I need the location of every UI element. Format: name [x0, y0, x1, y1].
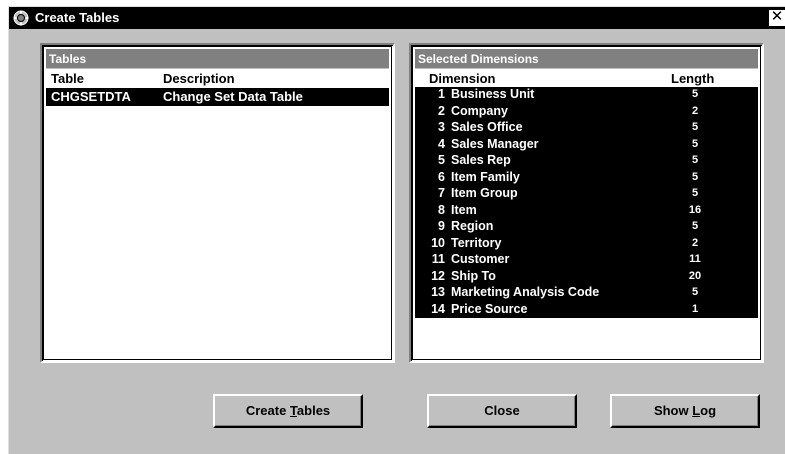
- dimension-name: Item Family: [451, 169, 520, 184]
- dimension-length: 1: [691, 302, 699, 315]
- dimension-length: 5: [691, 88, 699, 100]
- show-log-mnemonic: L: [692, 403, 701, 418]
- dimension-number: 4: [438, 136, 445, 151]
- table-description-cell: Change Set Data Table: [163, 89, 303, 104]
- table-row[interactable]: CHGSETDTA Change Set Data Table: [46, 88, 389, 106]
- dimension-length: 5: [691, 286, 699, 298]
- dimensions-list[interactable]: Selected Dimensions Dimension Length 1 Bu…: [412, 46, 761, 360]
- dimension-row[interactable]: 3 Sales Office 5: [415, 120, 758, 137]
- create-tables-label-start: Create: [245, 403, 290, 418]
- dimensions-panel-header: Selected Dimensions: [415, 49, 758, 69]
- tables-panel: Tables Table Description CHGSETDTA Change…: [40, 43, 395, 363]
- dimension-row[interactable]: 7 Item Group 5: [415, 186, 758, 203]
- dimension-length: 2: [691, 104, 699, 117]
- close-button[interactable]: Close: [427, 394, 577, 428]
- tables-list[interactable]: Tables Table Description CHGSETDTA Change…: [43, 46, 392, 360]
- dimension-length: 5: [691, 170, 699, 183]
- dimension-name: Sales Manager: [451, 136, 539, 151]
- dimension-number: 2: [438, 103, 445, 118]
- dimension-name: Ship To: [451, 268, 496, 283]
- dimension-length: 5: [691, 121, 699, 133]
- dimension-name: Item Group: [451, 186, 518, 200]
- title-bar[interactable]: Create Tables ✕: [9, 7, 785, 29]
- app-gear-icon[interactable]: [13, 10, 29, 26]
- show-log-button[interactable]: Show Log: [610, 394, 760, 428]
- dimension-name: Business Unit: [451, 87, 535, 101]
- create-tables-button[interactable]: Create Tables: [213, 394, 363, 428]
- selected-dimensions-panel: Selected Dimensions Dimension Length 1 Bu…: [409, 43, 764, 363]
- dimension-length: 16: [688, 203, 702, 216]
- dimension-length: 5: [691, 187, 699, 199]
- dimension-row[interactable]: 11 Customer 11: [415, 252, 758, 269]
- create-tables-label-end: ables: [296, 403, 331, 418]
- table-name-cell: CHGSETDTA: [51, 89, 131, 104]
- dimension-name: Territory: [451, 235, 502, 250]
- column-header-table[interactable]: Table: [51, 71, 84, 86]
- dimension-number: 6: [438, 169, 445, 184]
- dimension-row[interactable]: 14 Price Source 1: [415, 301, 758, 318]
- dimensions-rows: 1 Business Unit 5 2 Company 2 3 Sales Office 5 4 S…: [415, 87, 758, 318]
- dimension-number: 12: [431, 268, 445, 283]
- dimension-number: 11: [431, 252, 445, 266]
- dimension-row[interactable]: 10 Territory 2: [415, 235, 758, 252]
- show-log-label-start: Show: [653, 403, 693, 418]
- dimension-name: Sales Rep: [451, 153, 511, 167]
- dimension-row[interactable]: 1 Business Unit 5: [415, 87, 758, 104]
- dimension-number: 10: [431, 235, 445, 250]
- dimension-row[interactable]: 8 Item 16: [415, 202, 758, 219]
- dimension-length: 5: [691, 220, 699, 232]
- dimension-number: 8: [438, 202, 445, 217]
- dimension-name: Item: [451, 202, 477, 217]
- column-header-length[interactable]: Length: [671, 71, 714, 86]
- dimension-row[interactable]: 4 Sales Manager 5: [415, 136, 758, 153]
- dimension-length: 20: [688, 269, 702, 282]
- dimension-row[interactable]: 13 Marketing Analysis Code 5: [415, 285, 758, 302]
- dimension-number: 9: [438, 219, 445, 233]
- column-header-description[interactable]: Description: [163, 71, 235, 86]
- dimension-length: 5: [691, 137, 699, 150]
- dimension-number: 13: [431, 285, 445, 299]
- create-tables-mnemonic: T: [289, 403, 297, 418]
- close-icon[interactable]: ✕: [769, 9, 785, 26]
- dimension-number: 7: [438, 186, 445, 200]
- dimension-row[interactable]: 12 Ship To 20: [415, 268, 758, 285]
- dimension-row[interactable]: 6 Item Family 5: [415, 169, 758, 186]
- dimension-row[interactable]: 2 Company 2: [415, 103, 758, 120]
- dimension-row[interactable]: 9 Region 5: [415, 219, 758, 236]
- dimension-name: Customer: [451, 252, 510, 266]
- dimension-number: 3: [438, 120, 445, 134]
- dimensions-column-headers: Dimension Length: [415, 70, 758, 88]
- close-button-label: Close: [484, 403, 520, 418]
- dimension-length: 5: [691, 154, 699, 166]
- tables-panel-header: Tables: [46, 49, 389, 69]
- show-log-label-end: og: [700, 403, 717, 418]
- tables-column-headers: Table Description: [46, 70, 389, 88]
- column-header-dimension[interactable]: Dimension: [429, 71, 495, 86]
- dimension-row[interactable]: 5 Sales Rep 5: [415, 153, 758, 170]
- dimension-number: 14: [431, 301, 445, 316]
- dimension-name: Sales Office: [451, 120, 523, 134]
- dimension-length: 2: [691, 236, 699, 249]
- dimension-number: 1: [438, 87, 445, 101]
- dimension-name: Marketing Analysis Code: [451, 285, 600, 299]
- dimension-name: Price Source: [451, 301, 528, 316]
- window-title: Create Tables: [35, 10, 120, 25]
- create-tables-window: Create Tables ✕ Tables Table Description…: [8, 6, 785, 454]
- dimension-number: 5: [438, 153, 445, 167]
- dimension-name: Company: [451, 103, 508, 118]
- dimension-name: Region: [451, 219, 494, 233]
- dimension-length: 11: [689, 253, 701, 265]
- tables-rows: CHGSETDTA Change Set Data Table: [46, 88, 389, 106]
